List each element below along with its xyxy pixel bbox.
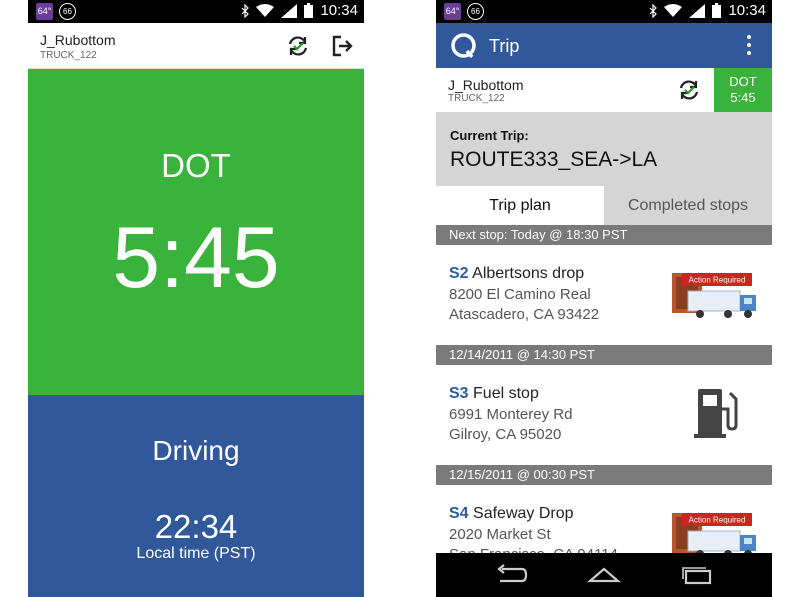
tab-completed-stops[interactable]: Completed stops [604, 186, 772, 225]
tab-bar: Trip plan Completed stops [436, 186, 772, 225]
tab-trip-plan[interactable]: Trip plan [436, 186, 604, 225]
dot-label: DOT [729, 74, 757, 89]
battery-icon [304, 3, 314, 18]
truck-id: TRUCK_122 [448, 93, 505, 104]
overflow-menu-icon[interactable] [746, 35, 752, 57]
signal-icon [281, 3, 298, 18]
clock: 10:34 [320, 2, 358, 19]
logout-icon[interactable] [329, 33, 355, 59]
stop-address-line2: Atascadero, CA 93422 [449, 306, 600, 323]
stop-code: S4 [449, 505, 469, 522]
trip-screen: 64° 66 10:34 Trip J_Rubottom TRUCK_122 D… [436, 0, 772, 597]
sync-icon[interactable] [285, 33, 311, 59]
notification-count-badge: 66 [59, 3, 76, 20]
weather-temp-badge: 64° [444, 3, 461, 20]
stop-address-line2: Gilroy, CA 95020 [449, 426, 562, 443]
app-bar: Trip [436, 23, 772, 68]
list-item[interactable]: S2 Albertsons drop 8200 El Camino Real A… [436, 245, 772, 345]
app-logo-icon [451, 33, 476, 59]
truck-icon: Action Required [672, 273, 756, 318]
status-bar: 64° 66 10:34 [436, 0, 772, 23]
bluetooth-icon [242, 3, 250, 18]
bluetooth-icon [650, 3, 658, 18]
status-bar: 64° 66 10:34 [28, 0, 364, 23]
signal-icon [689, 3, 706, 18]
dot-label: DOT [161, 147, 231, 184]
notification-count-badge: 66 [467, 3, 484, 20]
stop-address-line1: 6991 Monterey Rd [449, 406, 573, 423]
driving-status-label: Driving [152, 435, 240, 466]
dot-hours-value: 5:45 [730, 90, 756, 105]
stop-time-header: 12/14/2011 @ 14:30 PST [436, 345, 772, 365]
back-icon[interactable] [494, 563, 528, 587]
home-icon[interactable] [587, 563, 621, 587]
stop-name: Safeway Drop [473, 505, 574, 522]
stop-time-header: Next stop: Today @ 18:30 PST [436, 225, 772, 245]
user-name: J_Rubottom [40, 32, 116, 48]
battery-icon [712, 3, 722, 18]
local-time-value: 22:34 [154, 508, 238, 545]
recent-apps-icon[interactable] [680, 563, 714, 587]
app-title: Trip [489, 36, 520, 56]
wifi-icon [256, 4, 275, 17]
current-trip-label: Current Trip: [450, 128, 529, 143]
system-nav-bar [436, 553, 772, 597]
stop-code: S2 [449, 265, 469, 282]
stop-time-header: 12/15/2011 @ 00:30 PST [436, 465, 772, 485]
user-bar: J_Rubottom TRUCK_122 DOT 5:45 [436, 68, 772, 112]
user-name: J_Rubottom [448, 77, 524, 93]
dot-hours-box[interactable]: DOT 5:45 [714, 68, 772, 112]
driving-status-panel[interactable]: Driving 22:34 Local time (PST) [28, 395, 364, 597]
driver-status-screen: 64° 66 10:34 J_Rubottom TRUCK_122 DOT 5:… [28, 0, 364, 597]
current-trip-panel: Current Trip: ROUTE333_SEA->LA [436, 112, 772, 186]
stop-name: Albertsons drop [472, 265, 585, 282]
truck-id: TRUCK_122 [40, 50, 97, 61]
action-required-tag: Action Required [689, 276, 746, 285]
stop-code: S3 [449, 385, 469, 402]
user-bar: J_Rubottom TRUCK_122 [28, 23, 364, 69]
local-time-label: Local time (PST) [136, 545, 256, 562]
dot-hours-panel: DOT 5:45 [28, 69, 364, 395]
sync-icon[interactable] [676, 77, 702, 103]
dot-hours-value: 5:45 [112, 210, 280, 306]
current-trip-value: ROUTE333_SEA->LA [450, 148, 658, 171]
clock: 10:34 [728, 2, 766, 19]
wifi-icon [664, 4, 683, 17]
stop-address-line1: 8200 El Camino Real [449, 286, 591, 303]
stop-name: Fuel stop [473, 385, 539, 402]
weather-temp-badge: 64° [36, 3, 53, 20]
action-required-tag: Action Required [689, 516, 746, 525]
stop-address-line1: 2020 Market St [449, 526, 551, 543]
list-item[interactable]: S3 Fuel stop 6991 Monterey Rd Gilroy, CA… [436, 365, 772, 465]
fuel-pump-icon [694, 389, 738, 438]
